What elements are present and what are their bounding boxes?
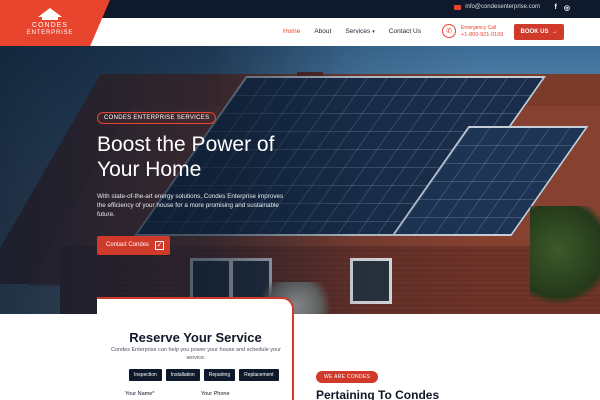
- facebook-icon[interactable]: f: [555, 4, 557, 12]
- reserve-title: Reserve Your Service: [129, 330, 262, 345]
- book-us-button[interactable]: BOOK US →: [514, 24, 564, 40]
- arrow-right-icon: →: [551, 29, 558, 35]
- hero-title: Boost the Power of Your Home: [97, 132, 317, 182]
- check-icon: ✓: [155, 240, 165, 250]
- nav-item-services[interactable]: Services ▾: [345, 28, 374, 35]
- emergency-number: +1-800-921-0169: [461, 31, 504, 38]
- contact-condes-button[interactable]: Contact Condes ✓: [97, 235, 171, 255]
- emergency-label: Emergency Call: [461, 24, 497, 31]
- email-text: info@condesenterprise.com: [465, 4, 540, 10]
- mail-icon: [454, 4, 462, 10]
- service-option-inspection[interactable]: Inspection: [129, 369, 162, 381]
- about-heading: Pertaining To Condes: [316, 388, 440, 400]
- we-are-badge: WE ARE CONDES: [316, 371, 379, 383]
- logo-text-line1: CONDES: [32, 22, 68, 29]
- nav-item-about[interactable]: About: [314, 28, 331, 35]
- contact-button-label: Contact Condes: [106, 242, 150, 248]
- hero-section: CONDES ENTERPRISE SERVICES Boost the Pow…: [0, 46, 600, 314]
- logo-text-line2: ENTERPRISE: [26, 30, 74, 36]
- phone-field-label: Your Phone: [201, 391, 230, 397]
- service-option-installation[interactable]: Installation: [165, 369, 200, 381]
- nav-services-label: Services: [345, 28, 371, 35]
- hero-title-line2: Your Home: [97, 158, 202, 181]
- nav-item-home[interactable]: Home: [283, 28, 300, 35]
- phone-icon: ✆: [442, 24, 456, 38]
- emergency-call[interactable]: ✆ Emergency Call +1-800-921-0169: [442, 24, 503, 38]
- hero-title-line1: Boost the Power of: [97, 133, 275, 156]
- house-logo-base: [42, 16, 58, 20]
- service-option-repairing[interactable]: Repairing: [203, 369, 236, 381]
- nav-menu: Home About Services ▾ Contact Us: [283, 28, 421, 35]
- book-us-label: BOOK US: [520, 29, 549, 35]
- service-option-replacement[interactable]: Replacement: [239, 369, 279, 381]
- nav-item-contact[interactable]: Contact Us: [389, 28, 421, 35]
- hero-content: CONDES ENTERPRISE SERVICES Boost the Pow…: [97, 106, 317, 255]
- service-type-tabs: Inspection Installation Repairing Replac…: [129, 369, 279, 381]
- hero-description: With state-of-the-art energy solutions, …: [97, 193, 284, 218]
- chevron-down-icon: ▾: [372, 29, 375, 35]
- name-field-label: Your Name*: [125, 391, 155, 397]
- social-links: f ◎: [555, 4, 570, 12]
- hero-tag-badge: CONDES ENTERPRISE SERVICES: [97, 112, 217, 124]
- email-link[interactable]: info@condesenterprise.com: [454, 4, 540, 10]
- reserve-description: Condes Enterprise can help you power you…: [111, 347, 281, 361]
- instagram-icon[interactable]: ◎: [564, 4, 570, 12]
- reserve-service-card: Reserve Your Service Condes Enterprise c…: [97, 297, 294, 400]
